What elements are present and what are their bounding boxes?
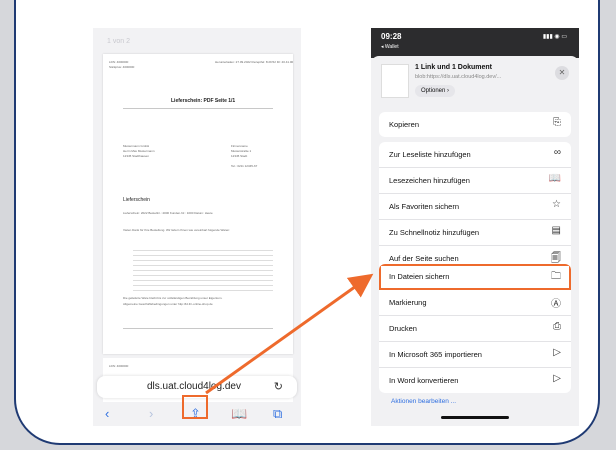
- pointer-arrow: [205, 273, 374, 395]
